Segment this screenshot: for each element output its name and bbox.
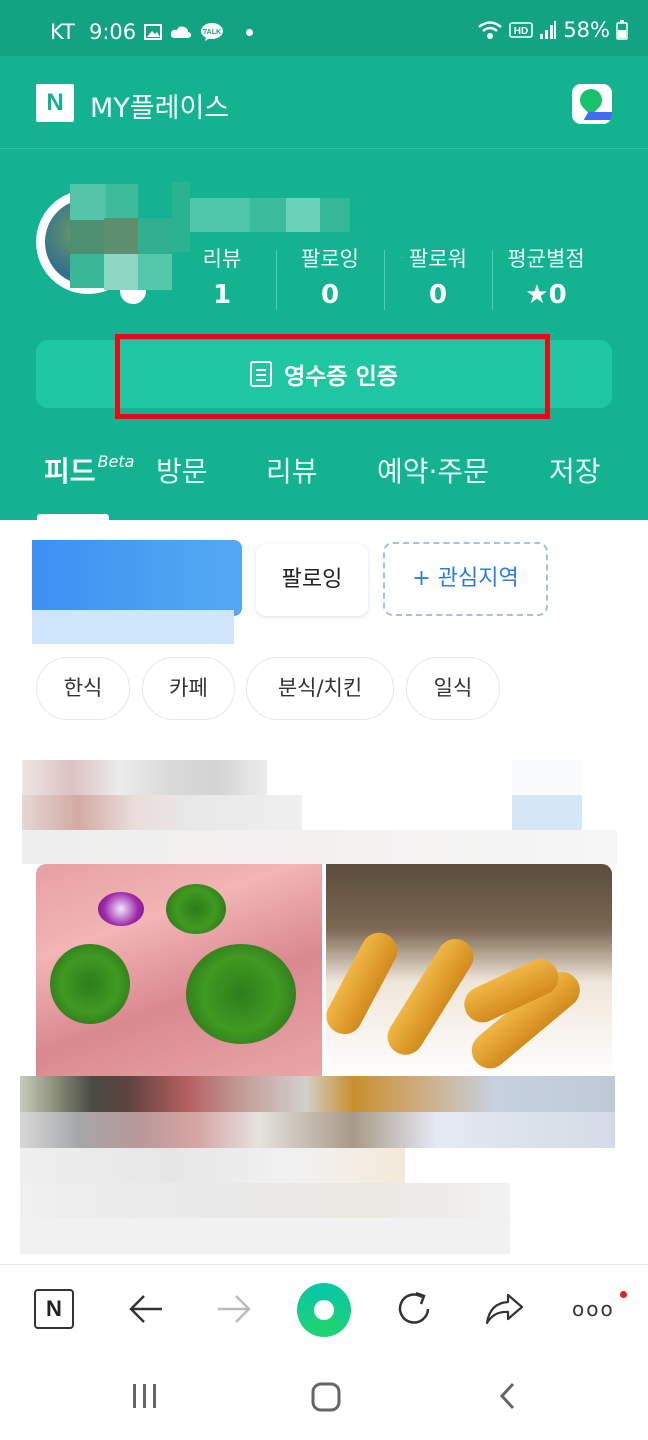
post-photo-fried-shrimp[interactable] (326, 864, 612, 1078)
refresh-icon[interactable] (392, 1287, 436, 1331)
notification-icons: TALK (144, 22, 253, 42)
cloud-icon (170, 26, 192, 38)
naver-home-button[interactable]: N (34, 1289, 74, 1329)
tab-label: 방문 (156, 455, 208, 488)
clock: 9:06 (89, 20, 137, 44)
tab-reservations[interactable]: 예약·주문 (377, 444, 489, 520)
map-road-icon (583, 112, 612, 120)
kakaotalk-label: TALK (203, 29, 221, 36)
tab-bar: 피드 Beta 방문 리뷰 예약·주문 저장 (0, 444, 648, 520)
stat-label: 팔로잉 (301, 247, 359, 271)
active-tab-indicator (37, 514, 109, 520)
home-icon[interactable] (310, 1381, 342, 1413)
gallery-icon (144, 24, 162, 40)
category-chip[interactable]: 한식 (36, 657, 130, 720)
stat-value: 0 (320, 280, 340, 310)
tab-reviews[interactable]: 리뷰 (266, 444, 318, 520)
category-chip[interactable]: 분식/치킨 (246, 657, 394, 720)
highlight-box (115, 334, 550, 419)
tab-label: 저장 (549, 455, 601, 488)
carrier-label: KT (50, 20, 75, 44)
post-photo-sashimi[interactable] (36, 864, 322, 1078)
page-title: MY플레이스 (90, 93, 230, 124)
tab-feed[interactable]: 피드 Beta (44, 444, 134, 520)
stat-label: 리뷰 (202, 247, 242, 271)
stat-value: 1 (212, 280, 232, 310)
signal-icon (540, 21, 557, 39)
tab-label: 피드 (44, 455, 96, 488)
stat-label: 팔로워 (409, 247, 467, 271)
tab-saved[interactable]: 저장 (549, 444, 601, 520)
beta-badge: Beta (97, 452, 135, 471)
map-pin-icon (575, 84, 607, 116)
stat-value: ★0 (525, 280, 567, 310)
notification-dot (620, 1291, 627, 1298)
category-chip[interactable]: 일식 (406, 657, 500, 720)
tab-label: 예약·주문 (377, 455, 489, 488)
orchid-flower (98, 892, 144, 926)
category-chip[interactable]: 카페 (142, 657, 235, 720)
stat-reviews[interactable]: 리뷰 1 (168, 244, 276, 310)
kakaotalk-icon: TALK (201, 23, 223, 41)
battery-icon (616, 20, 628, 40)
system-nav-bar (0, 1354, 648, 1440)
system-back-icon[interactable] (496, 1382, 520, 1410)
stat-label: 평균별점 (507, 247, 585, 271)
stat-value: 0 (428, 280, 448, 310)
herb-garnish (166, 884, 226, 934)
naver-logo[interactable]: N (36, 84, 74, 122)
tab-visits[interactable]: 방문 (156, 444, 208, 520)
more-menu-icon[interactable]: ooo (572, 1297, 615, 1321)
recent-apps-icon[interactable] (130, 1382, 160, 1410)
back-arrow-icon[interactable] (124, 1287, 168, 1331)
stat-following[interactable]: 팔로잉 0 (276, 244, 384, 310)
share-icon[interactable] (482, 1287, 526, 1331)
following-filter-chip[interactable]: 팔로잉 (256, 544, 368, 616)
system-icons: HD 58% (477, 18, 628, 42)
tab-label: 리뷰 (266, 455, 318, 488)
naver-map-button[interactable] (572, 84, 612, 124)
status-bar: KT 9:06 TALK HD 58% (0, 0, 648, 56)
wifi-icon (478, 21, 503, 39)
stat-average-rating[interactable]: 평균별점 ★0 (492, 244, 600, 310)
browser-toolbar: N ooo (0, 1264, 648, 1354)
battery-percent: 58% (563, 18, 610, 42)
stat-followers[interactable]: 팔로워 0 (384, 244, 492, 310)
hd-icon: HD (509, 22, 534, 38)
herb-garnish (186, 944, 296, 1044)
profile-stats: 리뷰 1 팔로잉 0 팔로워 0 평균별점 ★0 (168, 244, 608, 310)
greendot-home-button[interactable] (297, 1283, 351, 1337)
forward-arrow-icon[interactable] (212, 1287, 256, 1331)
add-interest-region-button[interactable]: + 관심지역 (383, 542, 548, 616)
header-divider (0, 148, 648, 149)
herb-garnish (50, 944, 130, 1024)
hd-label: HD (514, 26, 528, 37)
dot-icon (246, 28, 253, 36)
